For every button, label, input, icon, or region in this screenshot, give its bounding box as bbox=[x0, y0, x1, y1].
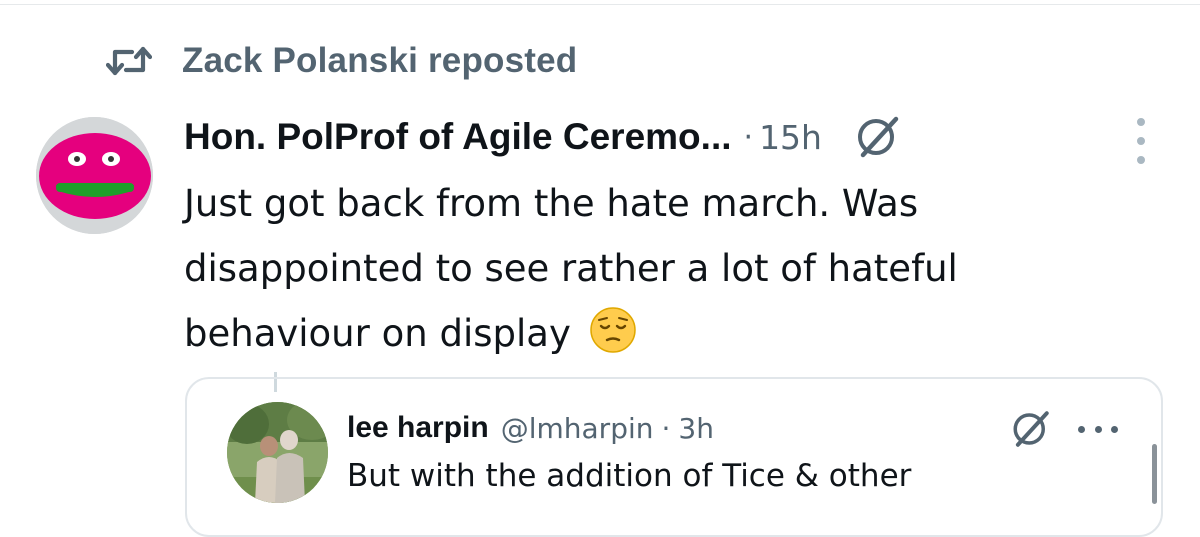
post-text-line: disappointed to see rather a lot of hate… bbox=[184, 247, 958, 290]
quoted-post-card[interactable] bbox=[185, 377, 1163, 537]
scrollbar[interactable] bbox=[1152, 444, 1157, 504]
post-text-line: behaviour on display bbox=[184, 301, 1164, 366]
more-options-icon[interactable] bbox=[1126, 118, 1156, 164]
quoted-avatar[interactable] bbox=[227, 402, 328, 503]
smiling-face-avatar-icon bbox=[36, 117, 153, 234]
post-text: Just got back from the hate march. Was d… bbox=[184, 171, 1164, 366]
more-horizontal-icon[interactable] bbox=[1078, 424, 1118, 434]
repost-icon bbox=[106, 45, 152, 77]
quoted-post-text: But with the addition of Tice & other bbox=[347, 458, 912, 494]
quoted-display-name[interactable]: lee harpin bbox=[347, 411, 489, 445]
quoted-handle[interactable]: @lmharpin bbox=[501, 412, 654, 445]
grok-icon[interactable] bbox=[854, 113, 902, 161]
separator-dot: · bbox=[743, 119, 754, 155]
photo-avatar-icon bbox=[227, 402, 328, 503]
separator-dot: · bbox=[661, 411, 671, 445]
top-divider bbox=[0, 4, 1200, 5]
quoted-post-header: lee harpin @lmharpin · 3h bbox=[347, 406, 714, 450]
display-name[interactable]: Hon. PolProf of Agile Ceremo... bbox=[184, 116, 732, 158]
avatar[interactable] bbox=[36, 117, 153, 234]
quoted-timestamp[interactable]: 3h bbox=[678, 412, 714, 445]
repost-label: Zack Polanski reposted bbox=[182, 41, 578, 80]
post-text-line: Just got back from the hate march. Was bbox=[184, 182, 919, 225]
post-text-fragment: behaviour on display bbox=[184, 312, 571, 355]
timestamp[interactable]: 15h bbox=[759, 118, 822, 157]
post-header: Hon. PolProf of Agile Ceremo... · 15h bbox=[184, 111, 902, 163]
grok-icon[interactable] bbox=[1010, 408, 1052, 450]
repost-context[interactable]: Zack Polanski reposted bbox=[106, 36, 577, 86]
pensive-face-emoji-icon bbox=[589, 306, 637, 354]
